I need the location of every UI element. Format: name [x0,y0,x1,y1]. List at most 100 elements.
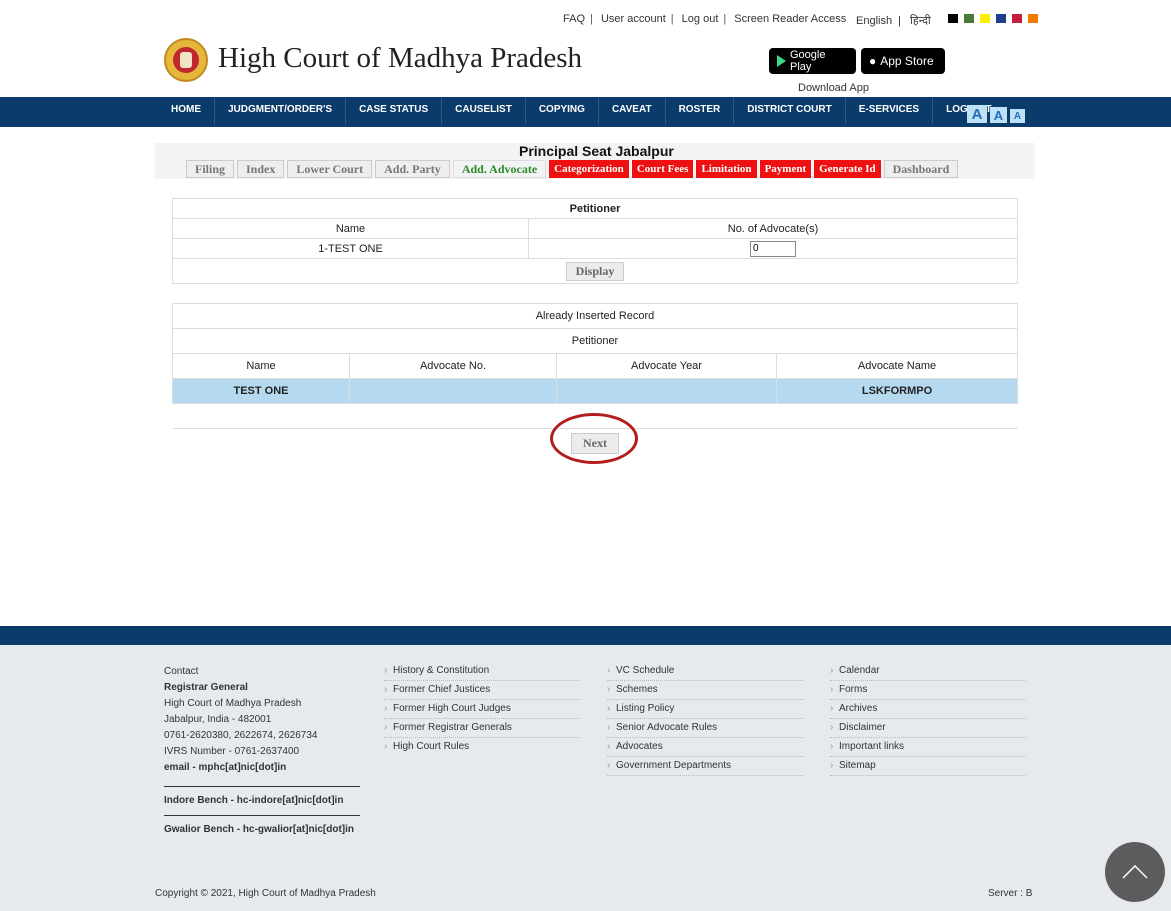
cell-name: TEST ONE [172,378,350,404]
contact-line1: High Court of Madhya Pradesh [164,698,302,709]
footer-link[interactable]: Former High Court Judges [384,700,580,719]
divider [164,815,360,816]
cell-advocate-year [556,378,777,404]
advocate-count-cell [528,238,1018,259]
copyright: Copyright © 2021, High Court of Madhya P… [155,888,376,899]
tab-filing[interactable]: Filing [186,160,235,178]
footer-link[interactable]: History & Constitution [384,662,580,681]
inserted-table-title: Already Inserted Record [172,303,1018,329]
page-title: Principal Seat Jabalpur [519,143,674,159]
google-play-button[interactable]: Google Play [769,48,856,74]
download-app-label: Download App [798,82,869,94]
contact-email: email - mphc[at]nic[dot]in [164,762,287,773]
app-store-button[interactable]: ● App Store [861,48,945,74]
server-label: Server : B [988,888,1033,899]
site-title[interactable]: High Court of Madhya Pradesh [218,42,582,75]
footer-links-col2: VC Schedule Schemes Listing Policy Senio… [607,662,803,776]
footer-link[interactable]: Calendar [830,662,1026,681]
footer-link[interactable]: Advocates [607,738,803,757]
language-switcher: English | हिन्दी [856,15,931,27]
petitioner-table-title: Petitioner [172,198,1018,219]
font-decrease-button[interactable]: A [1010,109,1025,123]
nav-roster[interactable]: ROSTER [666,97,735,124]
column-header-advocate-no: Advocate No. [349,353,557,379]
column-header-advocate-name: Advocate Name [776,353,1018,379]
column-header-advocate-year: Advocate Year [556,353,777,379]
tab-add-advocate[interactable]: Add. Advocate [452,160,547,178]
theme-swatch[interactable] [1012,14,1022,23]
footer-link[interactable]: Sitemap [830,757,1026,776]
column-header-name: Name [172,353,350,379]
court-emblem-logo[interactable] [164,38,208,82]
screen-reader-link[interactable]: Screen Reader Access [734,13,846,25]
apple-icon: ● [869,54,877,68]
table-row[interactable]: TEST ONE LSKFORMPO [172,378,1018,404]
tab-payment[interactable]: Payment [759,160,812,178]
inserted-records-table: Already Inserted Record Petitioner Name … [172,303,1018,429]
logout-link[interactable]: Log out [682,13,719,25]
font-normal-button[interactable]: A [990,107,1007,123]
chevron-up-icon [1122,865,1148,879]
user-account-link[interactable]: User account [601,13,666,25]
top-links: FAQ | User account | Log out | Screen Reade… [563,13,847,25]
column-header-name: Name [172,218,529,239]
footer-band [0,626,1171,645]
tab-dashboard[interactable]: Dashboard [883,160,959,178]
theme-swatches [948,14,1038,23]
footer-link[interactable]: Senior Advocate Rules [607,719,803,738]
footer-link[interactable]: Schemes [607,681,803,700]
nav-home[interactable]: HOME [158,97,215,124]
nav-e-services[interactable]: E-SERVICES [846,97,934,124]
theme-swatch[interactable] [948,14,958,23]
contact-org: Registrar General [164,682,248,693]
footer-link[interactable]: Former Registrar Generals [384,719,580,738]
tab-generate-id[interactable]: Generate Id [814,160,881,178]
theme-swatch[interactable] [1028,14,1038,23]
petitioner-name-cell: 1-TEST ONE [172,238,529,259]
scroll-to-top-button[interactable] [1105,842,1165,902]
tab-lower-court[interactable]: Lower Court [287,160,373,178]
display-row: Display [172,258,1018,284]
tab-court-fees[interactable]: Court Fees [631,160,694,178]
nav-caveat[interactable]: CAVEAT [599,97,666,124]
footer-links-col3: Calendar Forms Archives Disclaimer Impor… [830,662,1026,776]
cell-advocate-no [349,378,557,404]
theme-swatch[interactable] [996,14,1006,23]
petitioner-table: Petitioner Name No. of Advocate(s) 1-TES… [172,198,1018,284]
tab-limitation[interactable]: Limitation [696,160,757,178]
font-increase-button[interactable]: A [967,105,987,123]
play-icon [777,55,786,67]
tab-categorization[interactable]: Categorization [549,160,629,178]
faq-link[interactable]: FAQ [563,13,585,25]
footer-link[interactable]: Important links [830,738,1026,757]
tab-index[interactable]: Index [237,160,285,178]
nav-judgment-orders[interactable]: JUDGMENT/ORDER'S [215,97,347,124]
theme-swatch[interactable] [980,14,990,23]
footer-link[interactable]: Forms [830,681,1026,700]
contact-indore: Indore Bench - hc-indore[at]nic[dot]in [164,795,344,806]
nav-copying[interactable]: COPYING [526,97,599,124]
display-button[interactable]: Display [565,261,625,281]
footer-link[interactable]: Listing Policy [607,700,803,719]
footer-link[interactable]: Archives [830,700,1026,719]
nav-causelist[interactable]: CAUSELIST [442,97,526,124]
footer-link[interactable]: VC Schedule [607,662,803,681]
contact-phones: 0761-2620380, 2622674, 2626734 [164,730,318,741]
footer-link[interactable]: Disclaimer [830,719,1026,738]
footer-link[interactable]: High Court Rules [384,738,580,756]
main-navbar: HOME JUDGMENT/ORDER'S CASE STATUS CAUSEL… [0,97,1171,127]
nav-district-court[interactable]: DISTRICT COURT [734,97,846,124]
tab-add-party[interactable]: Add. Party [375,160,450,178]
contact-line2: Jabalpur, India - 482001 [164,714,272,725]
inserted-table-subtitle: Petitioner [172,328,1018,354]
footer-links-col1: History & Constitution Former Chief Just… [384,662,580,756]
nav-menu: HOME JUDGMENT/ORDER'S CASE STATUS CAUSEL… [158,97,1005,124]
theme-swatch[interactable] [964,14,974,23]
nav-case-status[interactable]: CASE STATUS [346,97,443,124]
contact-gwalior: Gwalior Bench - hc-gwalior[at]nic[dot]in [164,824,354,835]
hindi-link[interactable]: हिन्दी [910,15,931,27]
english-link[interactable]: English [856,15,892,27]
footer-link[interactable]: Former Chief Justices [384,681,580,700]
advocate-count-input[interactable] [750,240,796,257]
footer-link[interactable]: Government Departments [607,757,803,776]
